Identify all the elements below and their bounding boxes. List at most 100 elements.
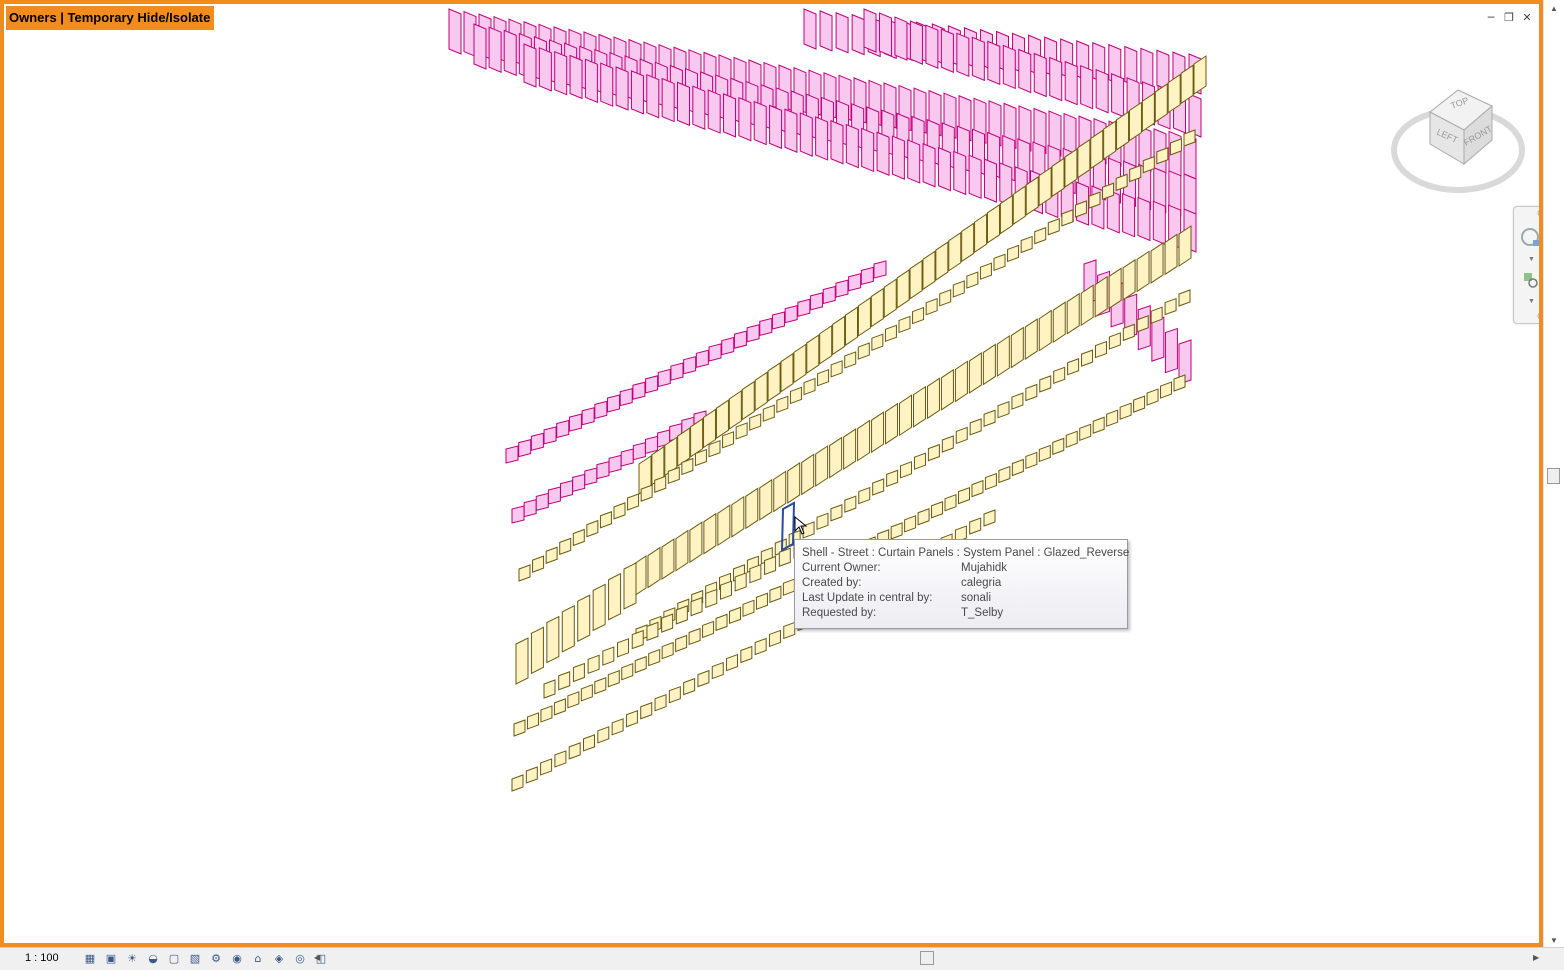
- curtain-panel[interactable]: [505, 445, 519, 464]
- curtain-panel[interactable]: [755, 592, 768, 610]
- curtain-panel[interactable]: [621, 662, 634, 681]
- curtain-panel[interactable]: [953, 150, 967, 196]
- curtain-panel[interactable]: [926, 377, 940, 420]
- highlight-displacement-icon[interactable]: ◎: [291, 950, 309, 966]
- curtain-panel[interactable]: [843, 428, 857, 471]
- curtain-panel[interactable]: [631, 629, 644, 650]
- curtain-panel[interactable]: [870, 287, 884, 328]
- curtain-panel[interactable]: [966, 271, 979, 289]
- curtain-panel[interactable]: [1066, 292, 1080, 335]
- curtain-panel[interactable]: [1038, 309, 1052, 352]
- curtain-panel[interactable]: [646, 73, 660, 119]
- curtain-panel[interactable]: [647, 546, 661, 589]
- curtain-panel[interactable]: [768, 629, 781, 648]
- curtain-panel[interactable]: [898, 315, 911, 334]
- curtain-panel[interactable]: [1152, 200, 1166, 246]
- curtain-panel[interactable]: [688, 627, 701, 646]
- detail-level-icon[interactable]: ▦: [81, 950, 99, 966]
- curtain-panel[interactable]: [829, 436, 843, 479]
- curtain-panel[interactable]: [909, 20, 923, 65]
- curtain-panel[interactable]: [1173, 374, 1186, 392]
- curtain-panel[interactable]: [586, 519, 599, 538]
- curtain-panel[interactable]: [596, 461, 610, 480]
- curtain-panel[interactable]: [513, 719, 526, 737]
- curtain-panel[interactable]: [1025, 451, 1038, 470]
- 3d-view-canvas[interactable]: Owners | Temporary Hide/Isolate ─ ❐ ✕ TO…: [0, 0, 1543, 947]
- curtain-panel[interactable]: [1160, 381, 1173, 399]
- curtain-panel[interactable]: [584, 467, 598, 486]
- model-geometry[interactable]: [4, 4, 1543, 947]
- curtain-panel[interactable]: [907, 139, 921, 184]
- curtain-panel[interactable]: [922, 250, 936, 291]
- curtain-panel[interactable]: [1136, 250, 1150, 293]
- shadows-icon[interactable]: ◒: [144, 950, 162, 966]
- curtain-panel[interactable]: [561, 605, 575, 653]
- visual-style-icon[interactable]: ▣: [102, 950, 120, 966]
- curtain-panel[interactable]: [948, 231, 962, 272]
- curtain-panel[interactable]: [697, 669, 710, 688]
- curtain-panel[interactable]: [917, 508, 930, 526]
- curtain-panel[interactable]: [1038, 444, 1051, 463]
- curtain-panel[interactable]: [1053, 366, 1066, 385]
- curtain-panel[interactable]: [602, 646, 615, 666]
- curtain-panel[interactable]: [871, 333, 884, 351]
- curtain-panel[interactable]: [1052, 301, 1066, 344]
- curtain-panel[interactable]: [448, 8, 462, 55]
- curtain-panel[interactable]: [584, 58, 598, 104]
- curtain-panel[interactable]: [728, 389, 742, 430]
- curtain-panel[interactable]: [721, 336, 735, 356]
- curtain-panel[interactable]: [600, 62, 614, 107]
- curtain-panel[interactable]: [1065, 430, 1078, 449]
- curtain-panel[interactable]: [993, 253, 1006, 271]
- curtain-panel[interactable]: [863, 8, 877, 53]
- curtain-panel[interactable]: [1020, 235, 1033, 254]
- curtain-panel[interactable]: [587, 654, 600, 675]
- curtain-panel[interactable]: [780, 352, 794, 393]
- curtain-panel[interactable]: [729, 606, 742, 625]
- curtain-panel[interactable]: [535, 492, 549, 511]
- curtain-panel[interactable]: [996, 335, 1010, 377]
- curtain-panel[interactable]: [654, 693, 667, 712]
- curtain-panel[interactable]: [1007, 244, 1020, 263]
- curtain-panel[interactable]: [819, 324, 833, 365]
- curtain-panel[interactable]: [556, 419, 570, 439]
- curtain-panel[interactable]: [754, 371, 768, 412]
- curtain-panel[interactable]: [559, 537, 572, 556]
- curtain-panel[interactable]: [568, 413, 582, 432]
- curtain-panel[interactable]: [632, 442, 646, 461]
- viewcube[interactable]: TOP LEFT FRONT: [1390, 82, 1530, 197]
- curtain-panel[interactable]: [935, 241, 949, 281]
- curtain-panel[interactable]: [1111, 73, 1125, 118]
- curtain-panel[interactable]: [1122, 258, 1136, 301]
- curtain-panel[interactable]: [572, 662, 585, 683]
- curtain-panel[interactable]: [488, 26, 502, 73]
- curtain-panel[interactable]: [733, 330, 747, 349]
- curtain-panel[interactable]: [1122, 192, 1136, 238]
- curtain-panel[interactable]: [961, 222, 975, 263]
- crop-view-icon[interactable]: ▢: [165, 950, 183, 966]
- curtain-panel[interactable]: [1025, 383, 1038, 402]
- curtain-panel[interactable]: [675, 529, 689, 572]
- curtain-panel[interactable]: [1010, 326, 1024, 369]
- curtain-panel[interactable]: [1064, 60, 1078, 106]
- curtain-panel[interactable]: [572, 473, 586, 492]
- curtain-panel[interactable]: [572, 528, 585, 547]
- scroll-down-icon[interactable]: ▼: [1550, 936, 1558, 945]
- curtain-panel[interactable]: [746, 324, 760, 343]
- curtain-panel[interactable]: [525, 766, 538, 784]
- curtain-panel[interactable]: [569, 54, 583, 100]
- curtain-panel[interactable]: [554, 750, 567, 768]
- curtain-panel[interactable]: [646, 621, 659, 642]
- curtain-panel[interactable]: [912, 306, 925, 325]
- curtain-panel[interactable]: [670, 362, 684, 381]
- curtain-panel[interactable]: [861, 127, 875, 173]
- curtain-panel[interactable]: [979, 262, 992, 280]
- curtain-panel[interactable]: [830, 504, 843, 522]
- curtain-panel[interactable]: [982, 343, 996, 386]
- curtain-panel[interactable]: [1150, 241, 1164, 284]
- curtain-panel[interactable]: [722, 431, 735, 449]
- curtain-panel[interactable]: [784, 108, 798, 153]
- curtain-panel[interactable]: [703, 512, 717, 555]
- curtain-panel[interactable]: [885, 402, 899, 445]
- curtain-panel[interactable]: [540, 705, 553, 723]
